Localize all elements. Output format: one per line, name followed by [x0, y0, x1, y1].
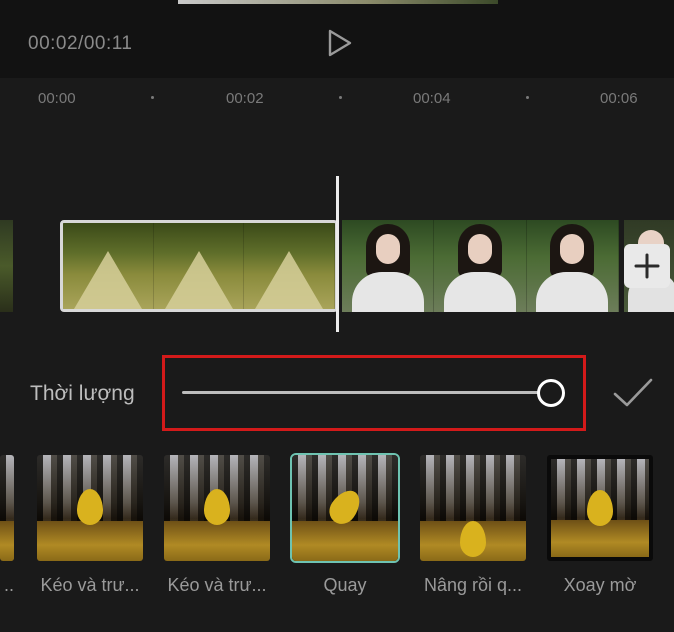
clip-frame — [63, 223, 154, 309]
ruler-label: 00:04 — [413, 90, 451, 107]
player-bar: 00:02/00:11 — [0, 4, 674, 78]
confirm-button[interactable] — [612, 376, 654, 410]
effect-label: Quay — [323, 575, 367, 595]
ruler-label: 00:00 — [38, 90, 76, 107]
transition-effects-list: .. Kéo và trư... Kéo và trư... Quay Nâng… — [0, 453, 674, 632]
effect-thumbnail — [290, 453, 400, 563]
ruler-dot — [526, 96, 529, 99]
duration-panel: Thời lượng — [0, 335, 674, 455]
add-clip-button[interactable] — [624, 244, 670, 288]
effect-thumbnail — [37, 455, 143, 561]
video-clip-selected[interactable] — [60, 220, 338, 312]
clip-frame — [526, 220, 619, 312]
ruler-dot — [151, 96, 154, 99]
duration-label: Thời lượng — [30, 382, 135, 405]
clip-frame — [153, 223, 245, 309]
effect-item[interactable]: Nâng rồi q... — [420, 455, 526, 615]
effect-item[interactable]: Kéo và trư... — [164, 455, 270, 615]
effect-item[interactable]: Xoay mờ — [547, 455, 653, 615]
check-icon — [613, 378, 653, 407]
duration-slider[interactable] — [182, 391, 552, 394]
effect-thumbnail — [420, 455, 526, 561]
effect-item-selected[interactable]: Quay — [290, 453, 400, 615]
time-readout: 00:02/00:11 — [28, 33, 133, 54]
video-clip-previous[interactable] — [0, 220, 13, 312]
clip-frame — [342, 220, 435, 312]
effect-label: Kéo và trư... — [167, 575, 267, 595]
effect-thumbnail — [164, 455, 270, 561]
plus-icon — [634, 253, 660, 279]
video-clip-next[interactable] — [342, 220, 619, 312]
effect-item[interactable]: Kéo và trư... — [37, 455, 143, 615]
play-button[interactable] — [322, 26, 356, 60]
effect-label: Kéo và trư... — [40, 575, 140, 595]
effect-label: Xoay mờ — [563, 575, 637, 595]
clip-frame — [434, 220, 527, 312]
duration-slider-thumb[interactable] — [537, 379, 565, 407]
ruler-dot — [339, 96, 342, 99]
clip-frame — [244, 223, 335, 309]
effect-label: Nâng rồi q... — [423, 575, 523, 595]
ruler-label: 00:06 — [600, 90, 638, 107]
effect-thumbnail — [547, 455, 653, 561]
play-icon — [328, 29, 352, 57]
ruler-label: 00:02 — [226, 90, 264, 107]
playhead[interactable] — [336, 176, 339, 332]
effect-thumbnail — [0, 455, 14, 561]
timeline[interactable]: 00:00 00:02 00:04 00:06 — [0, 78, 674, 335]
